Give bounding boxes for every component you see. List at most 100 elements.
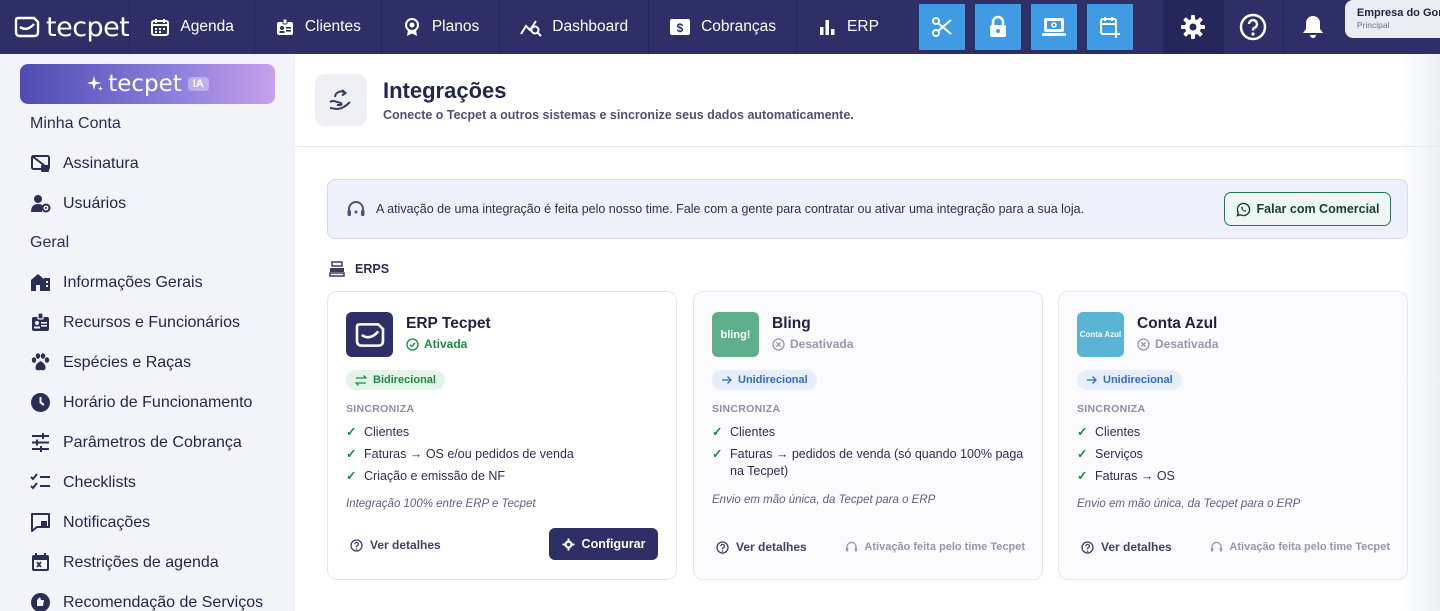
help-button[interactable] (1222, 0, 1283, 54)
cash-register-icon (329, 261, 345, 277)
company-selector[interactable]: Empresa do Gomes Principal (1344, 0, 1440, 38)
sync-label: SINCRONIZA (712, 403, 781, 415)
dollar-icon: $ (670, 19, 691, 35)
sidebar-item-label: Notificações (63, 513, 151, 531)
calendar-x-icon (32, 553, 49, 571)
nav-item-planos[interactable]: Planos (380, 0, 499, 54)
direction-label: Bidirecional (373, 374, 436, 386)
sidebar-item-label: Restrições de agenda (63, 553, 219, 571)
whatsapp-icon (1235, 202, 1250, 217)
help-circle-icon (716, 540, 729, 554)
integration-note: Integração 100% entre ERP e Tecpet (346, 498, 536, 510)
checklist-icon (30, 473, 50, 490)
configure-button[interactable]: Configurar (549, 528, 658, 560)
headset-icon (846, 541, 858, 552)
quick-action-pos[interactable] (1030, 4, 1077, 50)
nav-item-dashboard[interactable]: Dashboard (499, 0, 648, 54)
sidebar-item-label: Usuários (63, 194, 127, 212)
nav-item-clientes[interactable]: Clientes (253, 0, 381, 54)
sidebar-item-notificacoes[interactable]: Notificações (30, 512, 150, 533)
headset-icon (347, 201, 365, 216)
sidebar-item-informacoes-gerais[interactable]: Informações Gerais (30, 272, 203, 293)
list-item: ✓ Faturas → pedidos de venda (só quando 1… (712, 446, 1032, 480)
quick-actions (918, 4, 1133, 50)
sync-item-text: Serviços (1095, 447, 1143, 461)
view-details-label: Ver detalhes (370, 538, 441, 552)
sync-hands-icon (329, 89, 351, 111)
talk-to-sales-label: Falar com Comercial (1256, 202, 1380, 216)
view-details-link[interactable]: Ver detalhes (1081, 540, 1172, 554)
bidirectional-arrows-icon (355, 374, 367, 386)
quick-action-grooming[interactable] (918, 4, 965, 50)
check-icon: ✓ (712, 425, 723, 439)
id-badge-icon (32, 312, 49, 331)
activation-note-label: Ativação feita pelo time Tecpet (1229, 541, 1390, 553)
message-icon (31, 513, 50, 532)
sparkle-icon (87, 76, 104, 91)
help-circle-icon (350, 538, 363, 552)
integration-status: Desativada (1137, 337, 1218, 351)
sidebar-item-restricoes-agenda[interactable]: Restrições de agenda (30, 552, 219, 573)
integration-status-label: Desativada (790, 337, 854, 351)
integration-status: Ativada (406, 337, 467, 351)
nav-label: Clientes (304, 18, 361, 35)
sidebar-item-especies-racas[interactable]: Espécies e Raças (30, 352, 191, 373)
view-details-link[interactable]: Ver detalhes (716, 540, 807, 554)
lock-icon (989, 15, 1006, 37)
quick-action-new-appointment[interactable] (1086, 4, 1133, 50)
sliders-icon (32, 433, 49, 452)
tecpet-ia-button[interactable]: tecpet IA (20, 64, 275, 104)
tecpet-logo-icon (14, 16, 40, 38)
x-circle-icon (1137, 337, 1150, 351)
sync-item-text: Clientes (1095, 425, 1141, 439)
sidebar-item-recomendacao-servicos[interactable]: Recomendação de Serviços (30, 592, 263, 611)
settings-button[interactable] (1162, 0, 1223, 54)
nav-item-erp[interactable]: ERP (796, 0, 899, 54)
activation-info-banner: A ativação de uma integração é feita pel… (327, 179, 1408, 239)
sync-label: SINCRONIZA (346, 403, 415, 415)
sidebar-item-assinatura[interactable]: Assinatura (30, 153, 139, 174)
sidebar-section-minha-conta: Minha Conta (30, 115, 121, 132)
list-item: ✓ Serviços (1077, 446, 1397, 463)
sync-item-text: Clientes (364, 425, 410, 439)
recommend-icon (31, 593, 50, 611)
page-subtitle: Conecte o Tecpet a outros sistemas e sin… (383, 108, 854, 122)
arrow-right-icon (1087, 376, 1097, 384)
sidebar-item-parametros-cobranca[interactable]: Parâmetros de Cobrança (30, 432, 242, 453)
sidebar-item-label: Recomendação de Serviços (63, 593, 264, 611)
direction-badge: Unidirecional (712, 370, 817, 390)
nav-item-agenda[interactable]: Agenda (129, 0, 253, 54)
clock-icon (31, 393, 50, 412)
integration-logo: Conta Azul (1077, 312, 1124, 357)
integration-card-erp-tecpet: ERP Tecpet Ativada Bidirecional SINCRONI… (327, 291, 677, 580)
main-content: Integrações Conecte o Tecpet a outros si… (295, 54, 1440, 611)
list-item: ✓ Faturas → OS e/ou pedidos de venda (346, 446, 666, 463)
talk-to-sales-button[interactable]: Falar com Comercial (1224, 192, 1391, 226)
list-item: ✓ Clientes (712, 424, 1032, 441)
sync-item-text: Faturas → pedidos de venda (só quando 10… (730, 447, 1024, 478)
integration-note: Envio em mão única, da Tecpet para o ERP (712, 494, 936, 506)
sync-item-text: Criação e emissão de NF (364, 469, 506, 483)
integration-card-conta-azul: Conta Azul Conta Azul Desativada Unidire… (1058, 291, 1408, 580)
sidebar-item-recursos-funcionarios[interactable]: Recursos e Funcionários (30, 312, 240, 333)
banner-text: A ativação de uma integração é feita pel… (376, 202, 1085, 216)
sidebar-item-horario-funcionamento[interactable]: Horário de Funcionamento (30, 392, 252, 413)
id-badge-icon (276, 18, 293, 35)
activation-note-label: Ativação feita pelo time Tecpet (864, 541, 1025, 553)
sidebar-item-label: Assinatura (63, 154, 139, 172)
activation-note: Ativação feita pelo time Tecpet (1210, 541, 1390, 553)
company-name: Empresa do Gomes (1356, 7, 1440, 19)
app-logo[interactable]: tecpet (0, 0, 130, 54)
nav-item-cobrancas[interactable]: $ Cobranças (648, 0, 796, 54)
chart-search-icon (520, 20, 542, 37)
view-details-label: Ver detalhes (736, 540, 807, 554)
sidebar-item-usuarios[interactable]: Usuários (30, 193, 126, 214)
check-icon: ✓ (1077, 469, 1088, 483)
sidebar-item-checklists[interactable]: Checklists (30, 472, 136, 493)
notifications-button[interactable] (1282, 0, 1343, 54)
sidebar-item-label: Horário de Funcionamento (63, 393, 253, 411)
tecpet-logo-icon (355, 322, 384, 347)
view-details-link[interactable]: Ver detalhes (350, 538, 441, 552)
quick-action-lock[interactable] (974, 4, 1021, 50)
list-item: ✓ Faturas → OS (1077, 468, 1397, 485)
